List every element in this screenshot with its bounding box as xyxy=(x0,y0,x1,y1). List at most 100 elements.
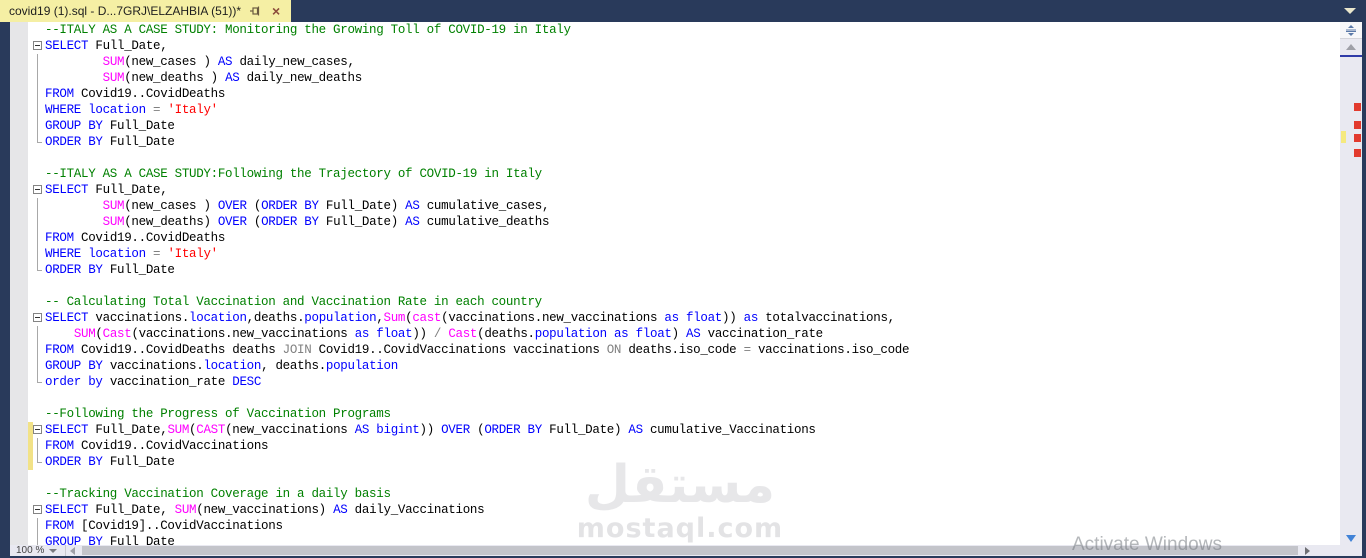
zoom-selector[interactable]: 100 % xyxy=(10,545,66,556)
outline-gutter xyxy=(33,326,45,342)
collapse-box-icon[interactable] xyxy=(33,505,42,514)
scroll-left-icon[interactable] xyxy=(70,547,75,555)
close-icon[interactable]: × xyxy=(269,4,283,18)
code-line[interactable]: FROM [Covid19]..CovidVaccinations xyxy=(28,518,1340,534)
code-text: WHERE location = 'Italy' xyxy=(45,247,218,261)
code-line[interactable]: FROM Covid19..CovidDeaths xyxy=(28,86,1340,102)
outline-line xyxy=(37,54,38,70)
code-line[interactable]: GROUP BY Full_Date xyxy=(28,118,1340,134)
code-line[interactable]: SUM(new_deaths) OVER (ORDER BY Full_Date… xyxy=(28,214,1340,230)
outline-line xyxy=(37,70,38,86)
scroll-up-icon[interactable] xyxy=(1346,44,1356,50)
code-line[interactable]: WHERE location = 'Italy' xyxy=(28,102,1340,118)
code-line[interactable]: ORDER BY Full_Date xyxy=(28,262,1340,278)
code-text: --Tracking Vaccination Coverage in a dai… xyxy=(45,487,391,501)
outline-gutter xyxy=(33,454,45,470)
split-icon xyxy=(1346,24,1356,36)
code-line[interactable]: ORDER BY Full_Date xyxy=(28,454,1340,470)
outline-line xyxy=(37,198,38,214)
outline-gutter xyxy=(33,246,45,262)
code-text: GROUP BY vaccinations.location, deaths.p… xyxy=(45,359,398,373)
outline-line xyxy=(37,326,38,342)
outline-line-end xyxy=(37,134,42,143)
scroll-right-icon[interactable] xyxy=(1305,547,1310,555)
sql-editor[interactable]: --ITALY AS A CASE STUDY: Monitoring the … xyxy=(10,22,1340,545)
document-tab[interactable]: covid19 (1).sql - D...7GRJ\ELZAHBIA (51)… xyxy=(0,0,292,22)
code-line[interactable]: FROM Covid19..CovidVaccinations xyxy=(28,438,1340,454)
code-line[interactable]: SELECT Full_Date,SUM(CAST(new_vaccinatio… xyxy=(28,422,1340,438)
outline-gutter xyxy=(33,150,45,166)
glyph-margin xyxy=(10,22,28,545)
code-text: -- Calculating Total Vaccination and Vac… xyxy=(45,295,542,309)
code-line[interactable]: SUM(new_cases ) OVER (ORDER BY Full_Date… xyxy=(28,198,1340,214)
code-line[interactable]: SELECT Full_Date, SUM(new_vaccinations) … xyxy=(28,502,1340,518)
code-line[interactable]: SELECT Full_Date, xyxy=(28,182,1340,198)
code-line[interactable] xyxy=(28,278,1340,294)
code-line[interactable]: GROUP BY vaccinations.location, deaths.p… xyxy=(28,358,1340,374)
code-line[interactable]: SELECT vaccinations.location,deaths.popu… xyxy=(28,310,1340,326)
outline-gutter xyxy=(33,262,45,278)
outline-gutter xyxy=(33,518,45,534)
code-text: SUM(new_cases ) AS daily_new_cases, xyxy=(102,55,355,69)
code-line[interactable]: order by vaccination_rate DESC xyxy=(28,374,1340,390)
code-line[interactable]: SUM(Cast(vaccinations.new_vaccinations a… xyxy=(28,326,1340,342)
zoom-level: 100 % xyxy=(16,545,45,556)
code-line[interactable]: --ITALY AS A CASE STUDY: Monitoring the … xyxy=(28,22,1340,38)
code-text: --ITALY AS A CASE STUDY: Monitoring the … xyxy=(45,23,571,37)
collapse-box-icon[interactable] xyxy=(33,185,42,194)
code-text: ORDER BY Full_Date xyxy=(45,455,175,469)
outline-gutter xyxy=(33,294,45,310)
change-mark xyxy=(1341,131,1346,143)
code-text: GROUP BY Full_Date xyxy=(45,535,175,545)
code-line[interactable]: --ITALY AS A CASE STUDY:Following the Tr… xyxy=(28,166,1340,182)
tab-list-dropdown-icon[interactable] xyxy=(1344,8,1356,14)
code-line[interactable]: SUM(new_cases ) AS daily_new_cases, xyxy=(28,54,1340,70)
code-line[interactable]: --Following the Progress of Vaccination … xyxy=(28,406,1340,422)
code-line[interactable]: FROM Covid19..CovidDeaths xyxy=(28,230,1340,246)
outline-gutter xyxy=(33,38,45,54)
code-text: FROM Covid19..CovidDeaths xyxy=(45,87,226,101)
scroll-down-icon[interactable] xyxy=(1346,535,1356,542)
outline-gutter xyxy=(33,70,45,86)
code-text: --ITALY AS A CASE STUDY:Following the Tr… xyxy=(45,167,542,181)
code-line[interactable]: FROM Covid19..CovidDeaths deaths JOIN Co… xyxy=(28,342,1340,358)
code-line[interactable] xyxy=(28,470,1340,486)
outline-line xyxy=(37,86,38,102)
pin-icon[interactable] xyxy=(248,4,262,18)
outline-gutter xyxy=(33,166,45,182)
vertical-scrollbar[interactable] xyxy=(1340,22,1362,545)
code-area[interactable]: --ITALY AS A CASE STUDY: Monitoring the … xyxy=(28,22,1340,545)
outline-line xyxy=(37,534,38,545)
outline-gutter xyxy=(33,534,45,545)
code-line[interactable]: SELECT Full_Date, xyxy=(28,38,1340,54)
code-line[interactable] xyxy=(28,390,1340,406)
outline-gutter xyxy=(33,86,45,102)
outline-line xyxy=(37,438,38,454)
code-text: FROM [Covid19]..CovidVaccinations xyxy=(45,519,283,533)
code-line[interactable]: WHERE location = 'Italy' xyxy=(28,246,1340,262)
ssms-window: covid19 (1).sql - D...7GRJ\ELZAHBIA (51)… xyxy=(0,0,1366,558)
code-text: SELECT Full_Date,SUM(CAST(new_vaccinatio… xyxy=(45,423,816,437)
code-text: FROM Covid19..CovidDeaths xyxy=(45,231,226,245)
code-text: ORDER BY Full_Date xyxy=(45,263,175,277)
splitter-handle[interactable] xyxy=(1340,22,1362,39)
code-text: SELECT Full_Date, xyxy=(45,183,168,197)
code-line[interactable]: ORDER BY Full_Date xyxy=(28,134,1340,150)
code-text: SUM(new_deaths) OVER (ORDER BY Full_Date… xyxy=(102,215,550,229)
code-text: SELECT Full_Date, xyxy=(45,39,168,53)
code-text: SELECT Full_Date, SUM(new_vaccinations) … xyxy=(45,503,485,517)
code-text: FROM Covid19..CovidVaccinations xyxy=(45,439,269,453)
code-line[interactable]: --Tracking Vaccination Coverage in a dai… xyxy=(28,486,1340,502)
code-line[interactable]: SUM(new_deaths ) AS daily_new_deaths xyxy=(28,70,1340,86)
outline-gutter xyxy=(33,502,45,518)
outline-gutter xyxy=(33,438,45,454)
collapse-box-icon[interactable] xyxy=(33,41,42,50)
error-mark xyxy=(1354,121,1361,129)
collapse-box-icon[interactable] xyxy=(33,313,42,322)
outline-gutter xyxy=(33,422,45,438)
code-text: ORDER BY Full_Date xyxy=(45,135,175,149)
outline-gutter xyxy=(33,182,45,198)
collapse-box-icon[interactable] xyxy=(33,425,42,434)
code-line[interactable] xyxy=(28,150,1340,166)
code-line[interactable]: -- Calculating Total Vaccination and Vac… xyxy=(28,294,1340,310)
